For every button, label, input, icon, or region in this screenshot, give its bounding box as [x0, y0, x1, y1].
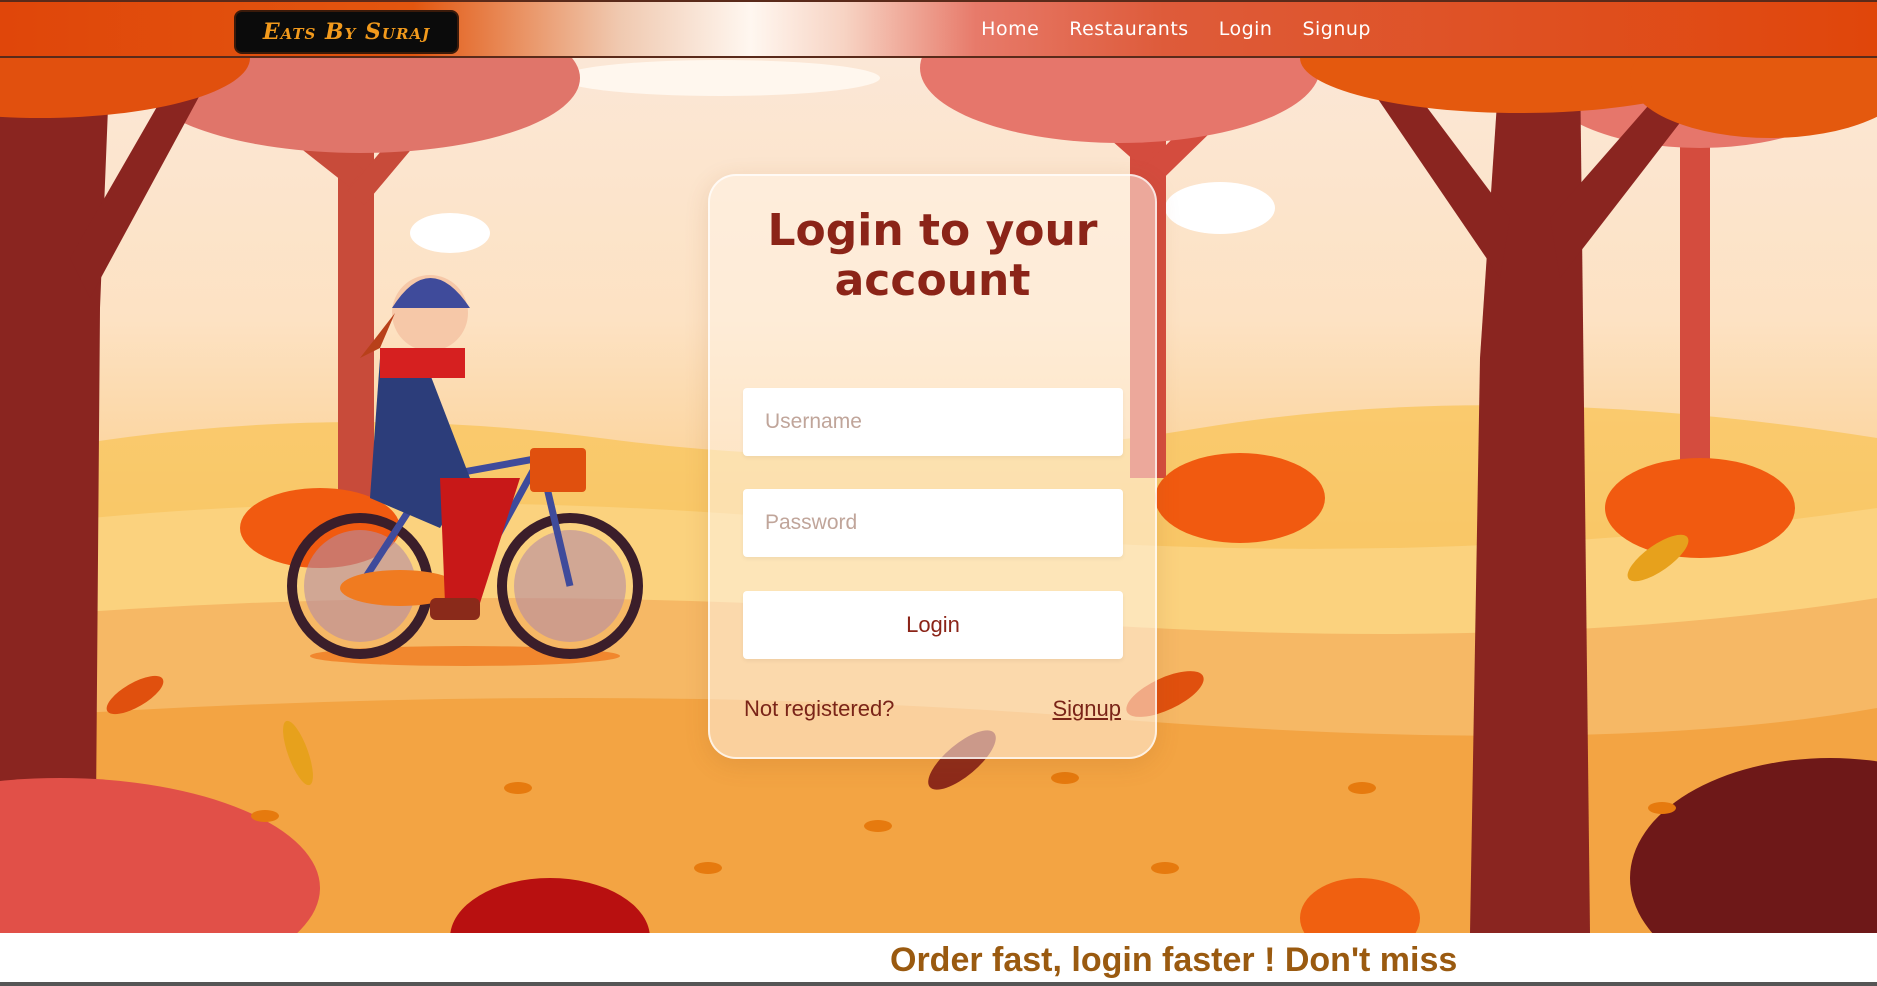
nav-link-restaurants[interactable]: Restaurants	[1069, 18, 1188, 40]
nav-link-home[interactable]: Home	[981, 18, 1039, 40]
brand-logo[interactable]: Eats By Suraj	[234, 10, 459, 54]
navbar: Eats By Suraj Home Restaurants Login Sig…	[0, 0, 1877, 58]
not-registered-label: Not registered?	[744, 696, 895, 721]
nav-link-login[interactable]: Login	[1219, 18, 1273, 40]
password-input[interactable]	[743, 489, 1123, 557]
login-button[interactable]: Login	[743, 591, 1123, 659]
nav-links: Home Restaurants Login Signup	[981, 2, 1371, 56]
promo-banner: Order fast, login faster ! Don't miss	[0, 933, 1877, 986]
login-card: Login to your account Login Not register…	[708, 174, 1157, 759]
promo-banner-text: Order fast, login faster ! Don't miss	[890, 941, 1458, 979]
signup-link[interactable]: Signup	[1052, 696, 1121, 722]
username-input[interactable]	[743, 388, 1123, 456]
nav-link-signup[interactable]: Signup	[1302, 18, 1371, 40]
page-title: Login to your account	[767, 205, 1098, 306]
